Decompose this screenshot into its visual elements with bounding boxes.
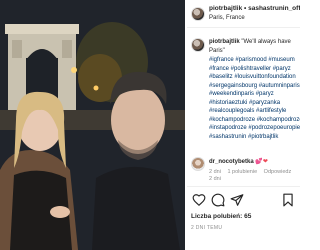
hashtag-line[interactable]: #weekendinparis #paryz — [209, 90, 300, 99]
post-location[interactable]: Paris, France — [209, 15, 245, 21]
caption-text: piotrbajtlik "We'll always have Paris" — [209, 38, 300, 55]
likes-number: 65 — [244, 213, 252, 220]
likes-count[interactable]: Liczba polubień: 65 — [191, 213, 251, 220]
post-date: 2 DNI TEMU — [191, 225, 223, 231]
action-bar — [187, 193, 300, 209]
heart-icon[interactable] — [192, 193, 206, 207]
hashtag-line[interactable]: #historiaeztuki #paryzanka — [209, 99, 300, 108]
comment-meta: 2 dni 1 polubienie Odpowiedz — [209, 169, 296, 175]
caption-username[interactable]: piotrbajtlik — [209, 39, 240, 45]
post-sidebar: piotrbajtlik • sashastrunin_official Par… — [187, 0, 300, 250]
author-avatar[interactable] — [191, 7, 205, 21]
caption-hashtags: #igfrance #parismood #museum #france #po… — [209, 56, 300, 141]
hashtag-line[interactable]: #sergegainsbourg #autumninparis — [209, 82, 300, 91]
hashtag-line[interactable]: #baselitz #louisvuittonfoundation — [209, 73, 300, 82]
comment: dr_nocotybetka 💕❤ 2 dni 1 polubienie Odp… — [187, 155, 300, 181]
post-photo[interactable] — [0, 0, 185, 250]
divider — [187, 186, 300, 187]
post-header: piotrbajtlik • sashastrunin_official Par… — [187, 0, 300, 28]
comment-likes[interactable]: 1 polubienie — [227, 169, 257, 175]
comment-line: dr_nocotybetka 💕❤ — [209, 158, 268, 165]
paper-plane-icon[interactable] — [230, 193, 244, 207]
hashtag-line[interactable]: #kochampodroze #kochampodroze — [209, 116, 300, 125]
comment-bubble-icon[interactable] — [211, 193, 225, 207]
commenter-avatar[interactable] — [191, 157, 205, 171]
post-usernames[interactable]: piotrbajtlik • sashastrunin_official — [209, 5, 300, 12]
hashtag-line[interactable]: #realcouplegoals #artlifestyle — [209, 107, 300, 116]
photo-scene — [0, 0, 185, 250]
commenter-username[interactable]: dr_nocotybetka — [209, 159, 254, 165]
bookmark-icon[interactable] — [281, 193, 295, 207]
hashtag-line[interactable]: #igfrance #parismood #museum — [209, 56, 300, 65]
comment-hearts: 💕❤ — [255, 159, 268, 165]
comment-age: 2 dni — [209, 169, 221, 175]
caption-avatar[interactable] — [191, 38, 205, 52]
reply-button[interactable]: Odpowiedz — [264, 169, 292, 175]
hashtag-line[interactable]: #sashastrunin #piotrbajtlik — [209, 133, 300, 142]
hashtag-line[interactable]: #instapodroze #podrozepoeuropie — [209, 124, 300, 133]
hashtag-line[interactable]: #france #polishtraveller #paryz — [209, 65, 300, 74]
likes-label: Liczba polubień: — [191, 213, 243, 220]
